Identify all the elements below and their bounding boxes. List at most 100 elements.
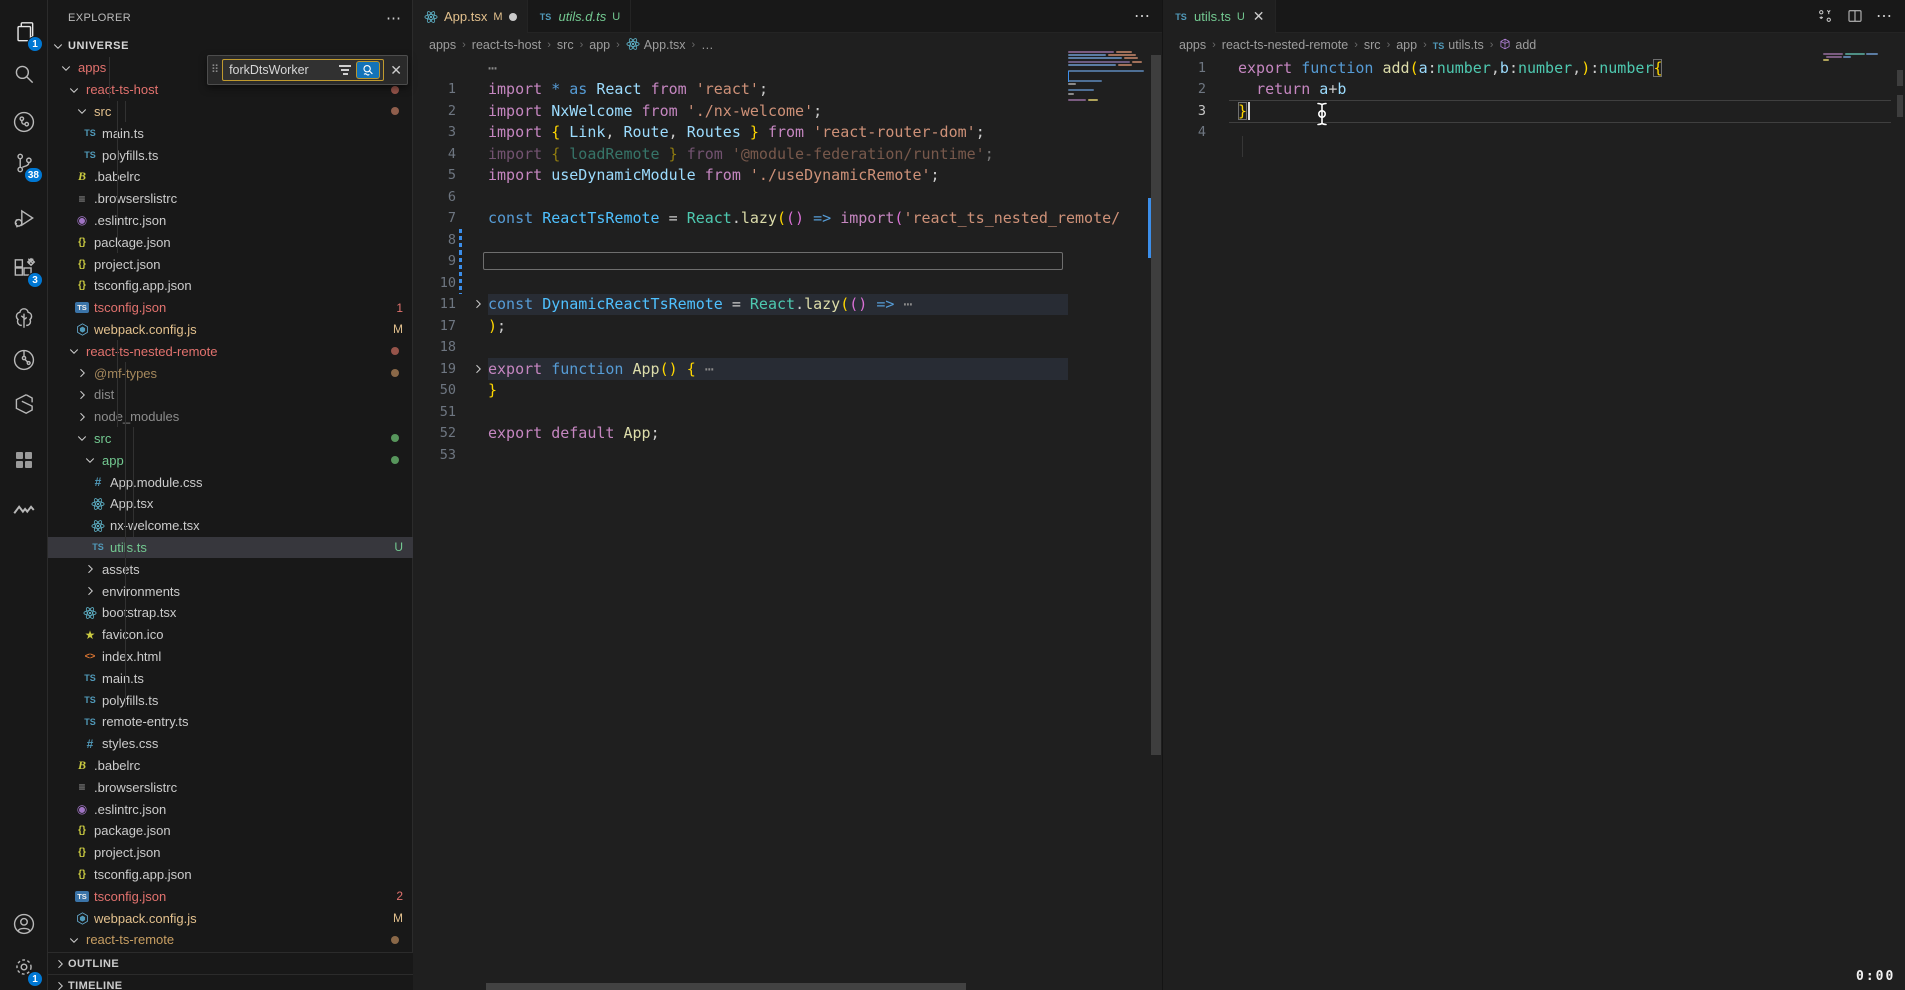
vertical-scrollbar[interactable]	[1151, 55, 1161, 755]
code-line-51[interactable]: 51	[413, 401, 1162, 423]
tree-item-src[interactable]: src	[48, 428, 413, 450]
tree-item-.babelrc[interactable]: B.babelrc	[48, 755, 413, 777]
breadcrumb-item[interactable]: app	[589, 38, 610, 52]
drag-grip-icon[interactable]: ⠿	[211, 65, 219, 75]
tree-item-main.ts[interactable]: TSmain.ts	[48, 122, 413, 144]
todo-tree-icon[interactable]	[0, 296, 47, 340]
code-line-1[interactable]: 1import * as React from 'react';	[413, 79, 1162, 101]
tree-item-remote-entry.ts[interactable]: TSremote-entry.ts	[48, 711, 413, 733]
code-line-18[interactable]: 18	[413, 337, 1162, 359]
code-line-50[interactable]: 50}	[413, 380, 1162, 402]
code-line-2[interactable]: 2import NxWelcome from './nx-welcome';	[413, 100, 1162, 122]
breadcrumb-item[interactable]: app	[1396, 38, 1417, 52]
tree-item-webpack.config.js[interactable]: webpack.config.jsM	[48, 319, 413, 341]
account-icon[interactable]	[0, 902, 47, 946]
code-line-7[interactable]: 7const ReactTsRemote = React.lazy(() => …	[413, 208, 1162, 230]
tree-item-utils.ts[interactable]: TSutils.tsU	[48, 537, 413, 559]
code-line-17[interactable]: 17);	[413, 315, 1162, 337]
tree-item-tsconfig.json[interactable]: TStsconfig.json2	[48, 885, 413, 907]
filter-icon[interactable]	[338, 63, 352, 77]
extensions-icon[interactable]: 3	[0, 246, 47, 290]
tree-item-App.tsx[interactable]: App.tsx	[48, 493, 413, 515]
code-line-19[interactable]: 19export function App() { ⋯	[413, 358, 1162, 380]
tree-item-project.json[interactable]: {}project.json	[48, 842, 413, 864]
tree-item-styles.css[interactable]: #styles.css	[48, 733, 413, 755]
breadcrumb-item[interactable]: react-ts-host	[472, 38, 541, 52]
tree-item-dist[interactable]: dist	[48, 384, 413, 406]
waveform-icon[interactable]	[0, 488, 47, 532]
search-icon[interactable]	[0, 52, 47, 96]
more-actions-icon[interactable]: ⋯	[1134, 6, 1150, 26]
tree-item-tsconfig.app.json[interactable]: {}tsconfig.app.json	[48, 275, 413, 297]
tab-utils.d.ts[interactable]: TSutils.d.tsU	[528, 0, 632, 33]
code-line-52[interactable]: 52export default App;	[413, 423, 1162, 445]
fold-chevron-icon[interactable]	[468, 363, 488, 375]
tree-item-environments[interactable]: environments	[48, 580, 413, 602]
fuzzy-search-button[interactable]	[356, 61, 380, 79]
code-line-11[interactable]: 11const DynamicReactTsRemote = React.laz…	[413, 294, 1162, 316]
breadcrumb-item[interactable]: react-ts-nested-remote	[1222, 38, 1348, 52]
workspace-root[interactable]: UNIVERSE	[48, 35, 412, 57]
tree-item-package.json[interactable]: {}package.json	[48, 820, 413, 842]
tree-item-.browserslistrc[interactable]: ≡.browserslistrc	[48, 776, 413, 798]
tree-item-App.module.css[interactable]: #App.module.css	[48, 471, 413, 493]
tree-item-app[interactable]: app	[48, 449, 413, 471]
tree-item-tsconfig.json[interactable]: TStsconfig.json1	[48, 297, 413, 319]
section-outline[interactable]: OUTLINE	[48, 952, 413, 974]
code-line-5[interactable]: 5import useDynamicModule from './useDyna…	[413, 165, 1162, 187]
tree-item-polyfills.ts[interactable]: TSpolyfills.ts	[48, 689, 413, 711]
tree-item-src[interactable]: src	[48, 101, 413, 123]
code-line-4[interactable]: 4	[1163, 122, 1905, 144]
minimap[interactable]	[1068, 51, 1150, 131]
tree-item-.eslintrc.json[interactable]: ◉.eslintrc.json	[48, 798, 413, 820]
breadcrumb-item[interactable]: add	[1499, 38, 1536, 53]
tree-item-favicon.ico[interactable]: ★favicon.ico	[48, 624, 413, 646]
vertical-scrollbar[interactable]	[1897, 95, 1903, 117]
code-line-2[interactable]: 2 return a+b	[1163, 79, 1905, 101]
fold-chevron-icon[interactable]	[468, 298, 488, 310]
code-line-53[interactable]: 53	[413, 444, 1162, 466]
settings-gear-icon[interactable]: 1	[0, 945, 47, 989]
minimap[interactable]	[1823, 53, 1889, 83]
tree-item-nx-welcome.tsx[interactable]: nx-welcome.tsx	[48, 515, 413, 537]
tree-item-@mf-types[interactable]: @mf-types	[48, 362, 413, 384]
more-actions-icon[interactable]: ⋯	[1876, 6, 1893, 26]
code-editor[interactable]: 1export function add(a:number,b:number,)…	[1163, 57, 1905, 990]
code-line[interactable]: ⋯	[413, 57, 1162, 79]
tree-item-.eslintrc.json[interactable]: ◉.eslintrc.json	[48, 210, 413, 232]
history-circle-icon[interactable]	[0, 338, 47, 382]
grid-icon[interactable]	[0, 438, 47, 482]
tree-item-main.ts[interactable]: TSmain.ts	[48, 667, 413, 689]
run-debug-icon[interactable]	[0, 196, 47, 240]
tree-item-project.json[interactable]: {}project.json	[48, 253, 413, 275]
breadcrumb-item[interactable]: App.tsx	[626, 37, 686, 54]
unsaved-dot-icon[interactable]	[509, 13, 517, 21]
tree-item-webpack.config.js[interactable]: webpack.config.jsM	[48, 907, 413, 929]
open-changes-icon[interactable]	[1816, 7, 1834, 25]
split-editor-icon[interactable]	[1846, 7, 1864, 25]
tree-item-bootstrap.tsx[interactable]: bootstrap.tsx	[48, 602, 413, 624]
tree-item-tsconfig.app.json[interactable]: {}tsconfig.app.json	[48, 864, 413, 886]
code-line-3[interactable]: 3import { Link, Route, Routes } from 're…	[413, 122, 1162, 144]
tree-item-package.json[interactable]: {}package.json	[48, 231, 413, 253]
files-icon[interactable]: 1	[0, 10, 47, 54]
commit-graph-icon[interactable]	[0, 100, 47, 144]
explorer-more-actions-icon[interactable]: ⋯	[386, 9, 402, 27]
tree-item-index.html[interactable]: <>index.html	[48, 646, 413, 668]
tree-item-.babelrc[interactable]: B.babelrc	[48, 166, 413, 188]
section-timeline[interactable]: TIMELINE	[48, 974, 413, 990]
source-control-icon[interactable]: 38	[0, 141, 47, 185]
hexagon-icon[interactable]	[0, 382, 47, 426]
tab-utils.ts[interactable]: TSutils.tsU✕	[1163, 0, 1276, 33]
tree-item-polyfills.ts[interactable]: TSpolyfills.ts	[48, 144, 413, 166]
breadcrumb-item[interactable]: src	[557, 38, 574, 52]
code-line-1[interactable]: 1export function add(a:number,b:number,)…	[1163, 57, 1905, 79]
code-editor[interactable]: ⋯1import * as React from 'react';2import…	[413, 57, 1162, 990]
code-line-8[interactable]: 8	[413, 229, 1162, 251]
code-line-4[interactable]: 4import { loadRemote } from '@module-fed…	[413, 143, 1162, 165]
breadcrumb-item[interactable]: apps	[429, 38, 456, 52]
horizontal-scrollbar[interactable]	[486, 983, 966, 990]
code-line-3[interactable]: 3}	[1163, 100, 1905, 122]
tab-App.tsx[interactable]: App.tsxM	[413, 0, 528, 33]
code-line-10[interactable]: 10	[413, 272, 1162, 294]
